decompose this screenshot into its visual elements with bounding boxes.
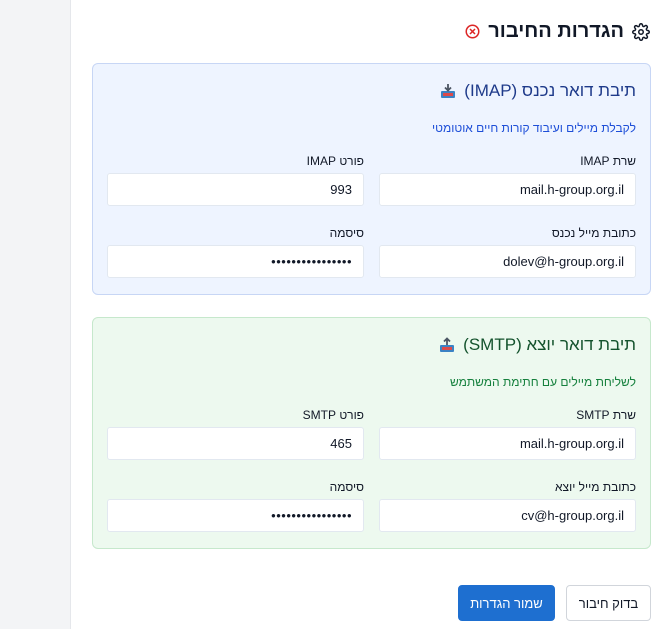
imap-port-input[interactable] <box>107 173 364 206</box>
smtp-server-input[interactable] <box>379 427 636 460</box>
close-circle-icon[interactable] <box>465 24 480 39</box>
imap-password-input[interactable] <box>107 245 364 278</box>
imap-card-title: תיבת דואר נכנס (IMAP) <box>440 81 636 101</box>
outbox-tray-icon <box>439 337 455 353</box>
smtp-title-label: תיבת דואר יוצא (SMTP) <box>463 335 636 354</box>
gear-icon <box>632 22 650 41</box>
settings-header: הגדרות החיבור <box>465 20 650 43</box>
smtp-email-input[interactable] <box>379 499 636 532</box>
smtp-password-label: סיסמה <box>329 480 364 494</box>
imap-password-label: סיסמה <box>329 226 364 240</box>
smtp-port-label: פורט SMTP <box>302 408 364 422</box>
test-connection-button[interactable]: בדוק חיבור <box>566 585 651 621</box>
imap-title-label: תיבת דואר נכנס (IMAP) <box>464 81 636 100</box>
imap-server-label: שרת IMAP <box>580 154 636 168</box>
imap-port-label: פורט IMAP <box>306 154 364 168</box>
imap-email-label: כתובת מייל נכנס <box>551 226 636 240</box>
imap-email-input[interactable] <box>379 245 636 278</box>
smtp-port-input[interactable] <box>107 427 364 460</box>
imap-server-input[interactable] <box>379 173 636 206</box>
smtp-password-input[interactable] <box>107 499 364 532</box>
smtp-email-label: כתובת מייל יוצא <box>555 480 636 494</box>
page-title: הגדרות החיבור <box>488 20 624 42</box>
inbox-tray-icon <box>440 83 456 99</box>
save-settings-button[interactable]: שמור הגדרות <box>458 585 555 621</box>
left-sidebar-strip <box>0 0 70 629</box>
imap-subtitle: לקבלת מיילים ועיבוד קורות חיים אוטומטי <box>432 121 636 135</box>
smtp-server-label: שרת SMTP <box>576 408 636 422</box>
smtp-card-title: תיבת דואר יוצא (SMTP) <box>439 335 636 355</box>
smtp-subtitle: לשליחת מיילים עם חתימת המשתמש <box>449 375 636 389</box>
